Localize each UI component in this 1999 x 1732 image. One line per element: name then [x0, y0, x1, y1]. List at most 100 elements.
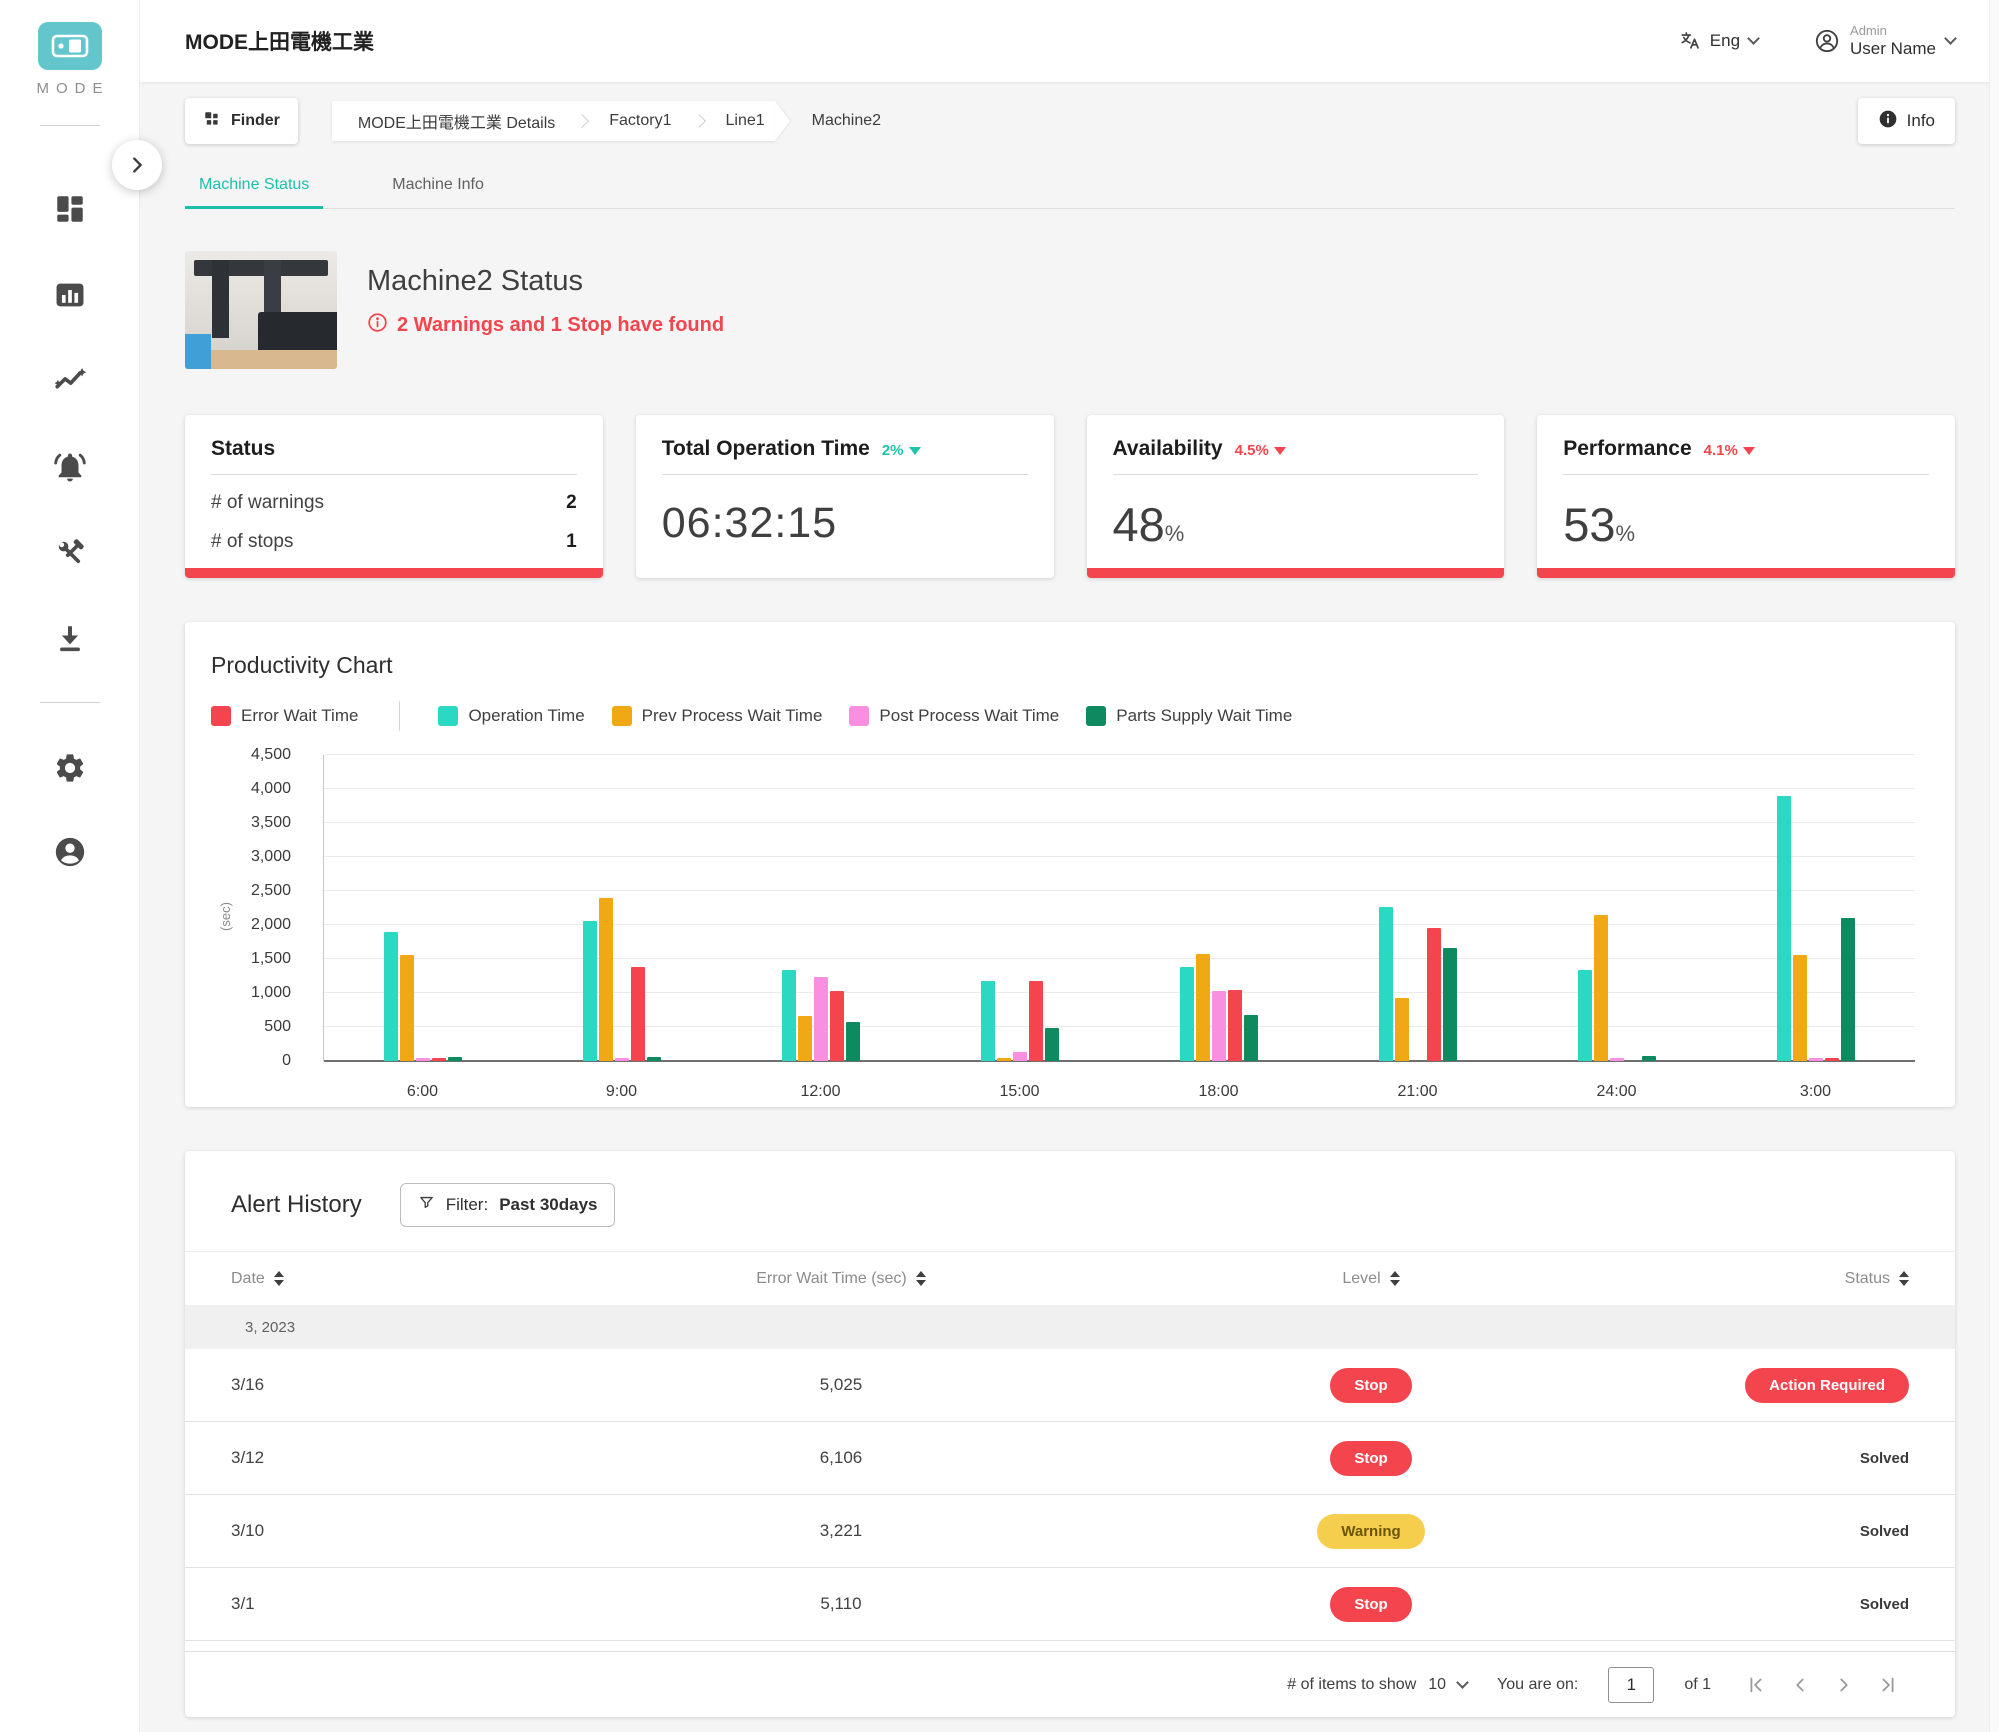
legend-item[interactable]: Post Process Wait Time	[849, 706, 1059, 726]
status-card-title: Status	[211, 437, 275, 461]
bar-parts-supply-wait-time	[448, 1057, 462, 1061]
caret-down-icon	[1743, 447, 1755, 455]
info-button[interactable]: Info	[1858, 98, 1955, 144]
legend-item[interactable]: Operation Time	[438, 706, 584, 726]
page-position-label: You are on:	[1497, 1676, 1578, 1694]
cell-level: Stop	[1151, 1441, 1591, 1476]
language-label: Eng	[1710, 31, 1740, 51]
performance-card: Performance 4.1% 53%	[1537, 415, 1955, 578]
y-axis-ticks: 05001,0001,5002,0002,5003,0003,5004,0004…	[211, 755, 307, 1061]
bar-post-process-wait-time	[1212, 991, 1226, 1061]
items-per-page-select[interactable]: # of items to show 10	[1287, 1676, 1467, 1694]
translate-icon	[1679, 30, 1701, 52]
page-number-input[interactable]: 1	[1608, 1667, 1654, 1703]
next-page-icon[interactable]	[1833, 1674, 1855, 1696]
breadcrumb-item[interactable]: MODE上田電機工業 Details	[358, 109, 555, 133]
tab-machine-status[interactable]: Machine Status	[185, 164, 323, 209]
prev-page-icon[interactable]	[1789, 1674, 1811, 1696]
sitemap-icon	[203, 110, 221, 133]
chart-legend: Error Wait Time Operation Time Prev Proces…	[211, 701, 1929, 731]
bar-group	[1578, 755, 1656, 1061]
bar-parts-supply-wait-time	[647, 1057, 661, 1061]
bar-group	[1180, 755, 1258, 1061]
column-header-label: Level	[1342, 1270, 1380, 1288]
last-page-icon[interactable]	[1877, 1674, 1899, 1696]
sidebar-collapse-button[interactable]	[112, 140, 162, 190]
bar-error-wait-time	[1029, 981, 1043, 1061]
mode-logo-icon	[38, 22, 102, 70]
performance-title: Performance	[1563, 437, 1691, 461]
legend-swatch	[849, 706, 869, 726]
bar-group	[1379, 755, 1457, 1061]
tab-machine-info[interactable]: Machine Info	[378, 164, 498, 208]
legend-label: Parts Supply Wait Time	[1116, 706, 1292, 726]
column-header-label: Error Wait Time (sec)	[756, 1270, 907, 1288]
bell-icon[interactable]	[53, 450, 87, 484]
first-page-icon[interactable]	[1745, 1674, 1767, 1696]
dashboard-icon[interactable]	[53, 192, 87, 226]
bar-group	[782, 755, 860, 1061]
cell-error-wait: 5,025	[531, 1375, 1151, 1395]
bar-parts-supply-wait-time	[1642, 1056, 1656, 1061]
y-tick-label: 0	[282, 1052, 291, 1070]
finder-button[interactable]: Finder	[185, 98, 298, 144]
breadcrumb-item[interactable]: Line1	[726, 112, 765, 130]
machine-alert: 2 Warnings and 1 Stop have found	[367, 312, 724, 339]
cell-level: Warning	[1151, 1514, 1591, 1549]
bar-post-process-wait-time	[1809, 1058, 1823, 1061]
y-tick-label: 2,000	[251, 916, 291, 934]
tools-icon[interactable]	[53, 536, 87, 570]
total-operation-time-title: Total Operation Time	[662, 437, 870, 461]
account-icon[interactable]	[53, 835, 87, 869]
settings-icon[interactable]	[53, 751, 87, 785]
column-header-level[interactable]: Level	[1151, 1270, 1591, 1288]
column-header-date[interactable]: Date	[231, 1270, 531, 1288]
status-accent-bar	[185, 568, 603, 578]
bar-prev-process-wait-time	[1196, 954, 1210, 1061]
performance-delta[interactable]: 4.1%	[1704, 442, 1755, 459]
table-row: 3/165,025StopAction Required	[185, 1349, 1955, 1422]
filter-button[interactable]: Filter: Past 30days	[400, 1183, 616, 1227]
availability-card: Availability 4.5% 48%	[1087, 415, 1505, 578]
trend-icon[interactable]	[53, 364, 87, 398]
bar-chart-icon[interactable]	[53, 278, 87, 312]
column-header-status[interactable]: Status	[1591, 1270, 1909, 1288]
cell-date: 3/16	[231, 1375, 531, 1395]
funnel-icon	[418, 1194, 435, 1216]
bar-post-process-wait-time	[416, 1058, 430, 1061]
scrollbar[interactable]	[1989, 0, 1999, 1732]
bar-operation-time	[981, 981, 995, 1061]
download-icon[interactable]	[53, 622, 87, 656]
breadcrumb-bar: MODE上田電機工業 Details Factory1 Line1	[332, 101, 775, 141]
total-operation-time-delta[interactable]: 2%	[882, 442, 921, 459]
legend-swatch	[1086, 706, 1106, 726]
page-total-label: of 1	[1684, 1676, 1711, 1694]
gridline	[324, 788, 1915, 789]
column-header-label: Status	[1845, 1270, 1890, 1288]
gridline	[324, 754, 1915, 755]
page-title: MODE上田電機工業	[185, 26, 374, 56]
total-operation-time-card: Total Operation Time 2% 06:32:15	[636, 415, 1054, 578]
cell-status: Solved	[1591, 1523, 1909, 1540]
legend-item[interactable]: Error Wait Time	[211, 706, 358, 726]
alert-history-card: Alert History Filter: Past 30days DateEr…	[185, 1151, 1955, 1717]
legend-item[interactable]: Parts Supply Wait Time	[1086, 706, 1292, 726]
availability-accent-bar	[1087, 568, 1505, 578]
sidebar-nav-bottom	[0, 751, 139, 869]
bar-prev-process-wait-time	[1594, 915, 1608, 1061]
finder-label: Finder	[231, 112, 280, 130]
language-selector[interactable]: Eng	[1679, 30, 1758, 52]
sort-icon	[274, 1271, 284, 1286]
availability-delta[interactable]: 4.5%	[1235, 442, 1286, 459]
user-menu[interactable]: Admin User Name	[1814, 24, 1955, 58]
status-badge-action-required: Action Required	[1745, 1368, 1909, 1403]
brand-name: MODE	[0, 80, 139, 97]
y-tick-label: 1,000	[251, 984, 291, 1002]
info-icon	[1878, 109, 1898, 134]
breadcrumb-item[interactable]: Factory1	[609, 112, 671, 130]
column-header-error-wait-time-sec-[interactable]: Error Wait Time (sec)	[531, 1270, 1151, 1288]
machine-title: Machine2 Status	[367, 265, 724, 298]
legend-item[interactable]: Prev Process Wait Time	[612, 706, 823, 726]
cell-level: Stop	[1151, 1587, 1591, 1622]
main-area: MODE上田電機工業 Eng	[140, 0, 1999, 1732]
